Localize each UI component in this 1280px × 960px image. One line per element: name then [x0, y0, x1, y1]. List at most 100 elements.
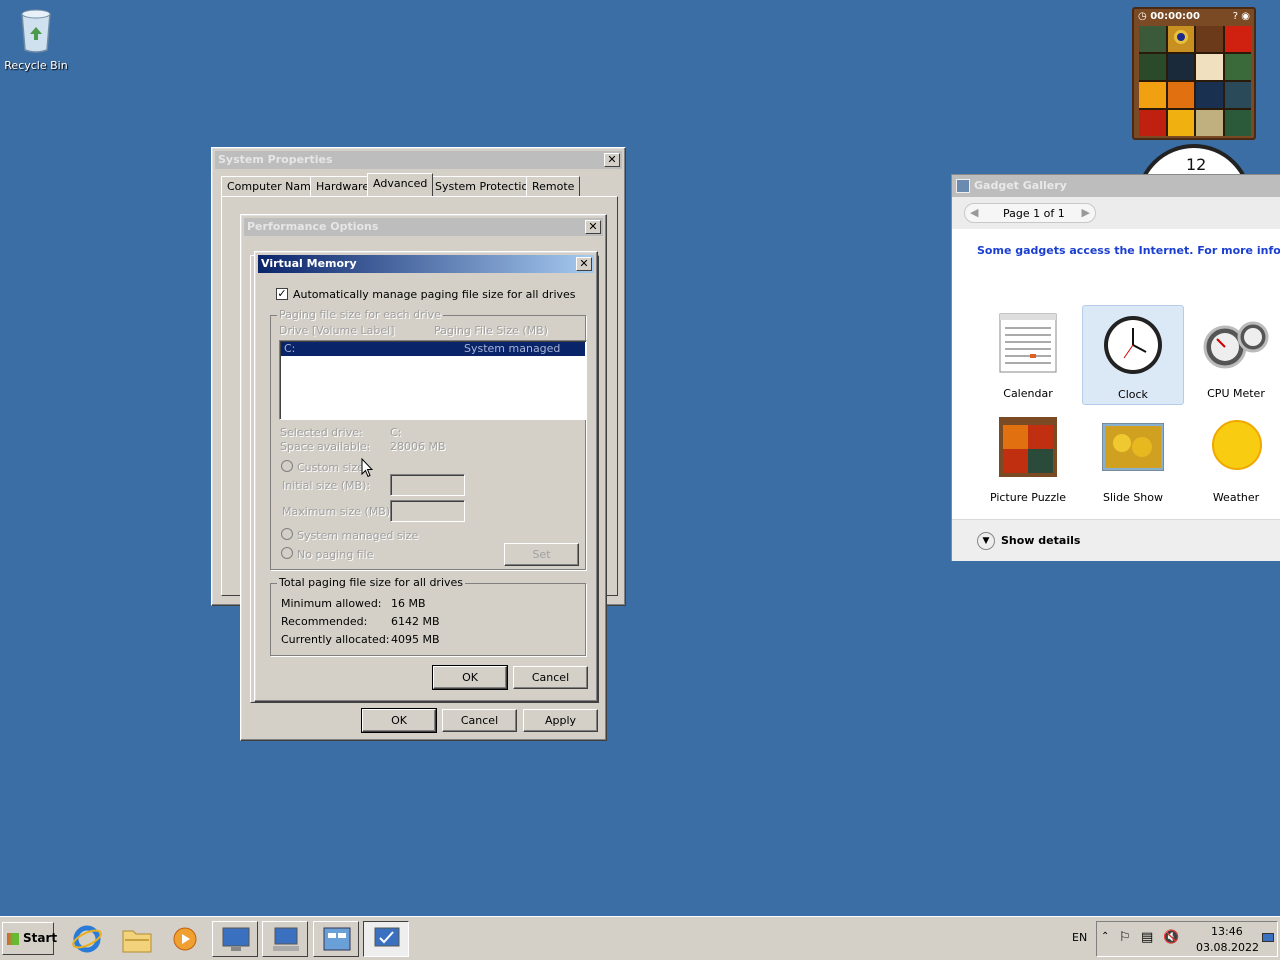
virtual-memory-title: Virtual Memory [261, 257, 357, 270]
custom-size-label[interactable]: Custom size: [297, 461, 368, 474]
gadget-gallery-window[interactable]: Gadget Gallery ◀ Page 1 of 1 ▶ Some gadg… [951, 174, 1280, 561]
puzzle-tile[interactable] [1196, 110, 1223, 136]
selected-drive-value: C: [390, 426, 402, 439]
gadget-name: Calendar [1003, 387, 1053, 400]
tab-computer-name[interactable]: Computer Name [221, 176, 324, 196]
puzzle-tile[interactable] [1196, 82, 1223, 108]
chevron-down-icon[interactable]: ▼ [977, 532, 995, 550]
chevron-up-icon[interactable]: ⌃ [1101, 931, 1109, 942]
taskbar-explorer[interactable] [114, 921, 160, 957]
puzzle-tile[interactable] [1139, 110, 1166, 136]
puzzle-tile[interactable] [1196, 26, 1223, 52]
language-indicator[interactable]: EN [1072, 931, 1087, 944]
puzzle-tile[interactable] [1139, 82, 1166, 108]
close-icon: ✕ [579, 257, 589, 270]
system-properties-icon [374, 927, 400, 947]
chevron-right-icon[interactable]: ▶ [1082, 206, 1090, 219]
set-button[interactable]: Set [504, 543, 579, 566]
space-available-label: Space available: [280, 440, 371, 453]
puzzle-tile[interactable] [1224, 82, 1251, 108]
recycle-bin-icon [21, 9, 51, 53]
performance-options-titlebar[interactable]: Performance Options ✕ [244, 218, 603, 236]
clock-gadget[interactable]: 12 [1132, 142, 1256, 176]
network-icon[interactable]: ▤ [1141, 930, 1153, 945]
drive-column-header: Drive [Volume Label] [279, 324, 395, 337]
tab-remote[interactable]: Remote [526, 176, 581, 196]
taskbar-app-3[interactable] [313, 921, 359, 957]
tab-system-protection[interactable]: System Protection [429, 176, 542, 196]
cancel-button[interactable]: Cancel [513, 666, 588, 689]
gadget-clock[interactable]: Clock [1082, 305, 1184, 405]
puzzle-tile[interactable] [1167, 82, 1194, 108]
help-icon[interactable]: ? [1233, 11, 1238, 22]
gadget-calendar[interactable]: Calendar [977, 305, 1079, 405]
initial-size-input[interactable] [390, 474, 465, 496]
gadget-picture-puzzle[interactable]: Picture Puzzle [977, 409, 1079, 509]
picture-puzzle-gadget[interactable]: ◷ 00:00:00 ? ◉ [1132, 7, 1256, 140]
ok-button[interactable]: OK [361, 708, 437, 733]
chevron-left-icon[interactable]: ◀ [970, 206, 978, 219]
no-paging-radio[interactable] [281, 547, 293, 559]
gadget-name: Clock [1118, 388, 1148, 401]
internet-notice[interactable]: Some gadgets access the Internet. For mo… [977, 244, 1280, 257]
tab-hardware[interactable]: Hardware [310, 176, 376, 196]
system-managed-radio[interactable] [281, 528, 293, 540]
puzzle-tile[interactable] [1167, 54, 1194, 80]
show-details-link[interactable]: Show details [1001, 534, 1080, 547]
puzzle-tile[interactable] [1224, 26, 1251, 52]
volume-muted-icon[interactable]: 🔇 [1163, 930, 1179, 945]
puzzle-tile[interactable] [1139, 26, 1166, 52]
start-button[interactable]: Start [2, 922, 57, 955]
taskbar-app-4-active[interactable] [363, 921, 409, 957]
maximum-size-input[interactable] [390, 500, 465, 522]
puzzle-tile[interactable] [1224, 110, 1251, 136]
taskbar-internet-explorer[interactable] [64, 921, 110, 957]
gadget-gallery-titlebar[interactable]: Gadget Gallery [952, 175, 1280, 197]
gadget-cpu-meter[interactable]: CPU Meter [1185, 305, 1280, 405]
puzzle-tile[interactable] [1167, 26, 1194, 52]
recommended-label: Recommended: [281, 615, 368, 628]
allocated-value: 4095 MB [391, 633, 440, 646]
ok-button[interactable]: OK [432, 665, 508, 690]
close-button[interactable]: ✕ [604, 153, 620, 167]
clock-time[interactable]: 13:46 [1211, 925, 1243, 938]
puzzle-grid[interactable] [1139, 26, 1251, 136]
close-button[interactable]: ✕ [585, 220, 601, 234]
show-desktop-icon[interactable] [1262, 933, 1274, 942]
drive-list[interactable]: C: System managed [279, 340, 587, 420]
custom-size-radio[interactable] [281, 460, 293, 472]
gadget-gallery-footer: ▼ Show details [952, 519, 1280, 561]
network-computer-icon [273, 927, 299, 951]
clock-date[interactable]: 03.08.2022 [1196, 941, 1259, 954]
flag-icon[interactable]: ⚐ [1119, 930, 1131, 945]
taskbar-app-2[interactable] [262, 921, 308, 957]
no-paging-label[interactable]: No paging file [297, 548, 373, 561]
apply-button[interactable]: Apply [523, 709, 598, 732]
puzzle-tile[interactable] [1167, 110, 1194, 136]
tab-advanced[interactable]: Advanced [367, 173, 434, 196]
system-managed-label[interactable]: System managed size [297, 529, 418, 542]
gadget-weather[interactable]: Weather [1185, 409, 1280, 509]
recycle-bin[interactable]: Recycle Bin [4, 6, 68, 72]
maximum-size-label: Maximum size (MB): [282, 505, 394, 518]
puzzle-tile[interactable] [1196, 54, 1223, 80]
close-icon: ✕ [588, 220, 598, 233]
taskbar-app-1[interactable] [212, 921, 258, 957]
settings-icon[interactable]: ◉ [1241, 11, 1250, 22]
drive-row[interactable]: C: System managed [281, 342, 585, 356]
clock-numeral-12: 12 [1186, 155, 1207, 174]
weather-sun-icon [1212, 420, 1262, 470]
virtual-memory-titlebar[interactable]: Virtual Memory ✕ [258, 255, 594, 273]
taskbar-media-player[interactable] [162, 921, 208, 957]
close-button[interactable]: ✕ [576, 257, 592, 271]
puzzle-tile[interactable] [1139, 54, 1166, 80]
auto-manage-label[interactable]: Automatically manage paging file size fo… [293, 288, 576, 301]
puzzle-tile[interactable] [1224, 54, 1251, 80]
auto-manage-checkbox[interactable]: ✓ [276, 288, 288, 300]
computer-icon [222, 927, 250, 951]
virtual-memory-dialog[interactable]: Virtual Memory ✕ ✓ Automatically manage … [254, 251, 598, 702]
gadget-slide-show[interactable]: Slide Show [1082, 409, 1184, 509]
cancel-button[interactable]: Cancel [442, 709, 517, 732]
system-properties-titlebar[interactable]: System Properties ✕ [215, 151, 622, 169]
eye-icon [1173, 30, 1188, 44]
